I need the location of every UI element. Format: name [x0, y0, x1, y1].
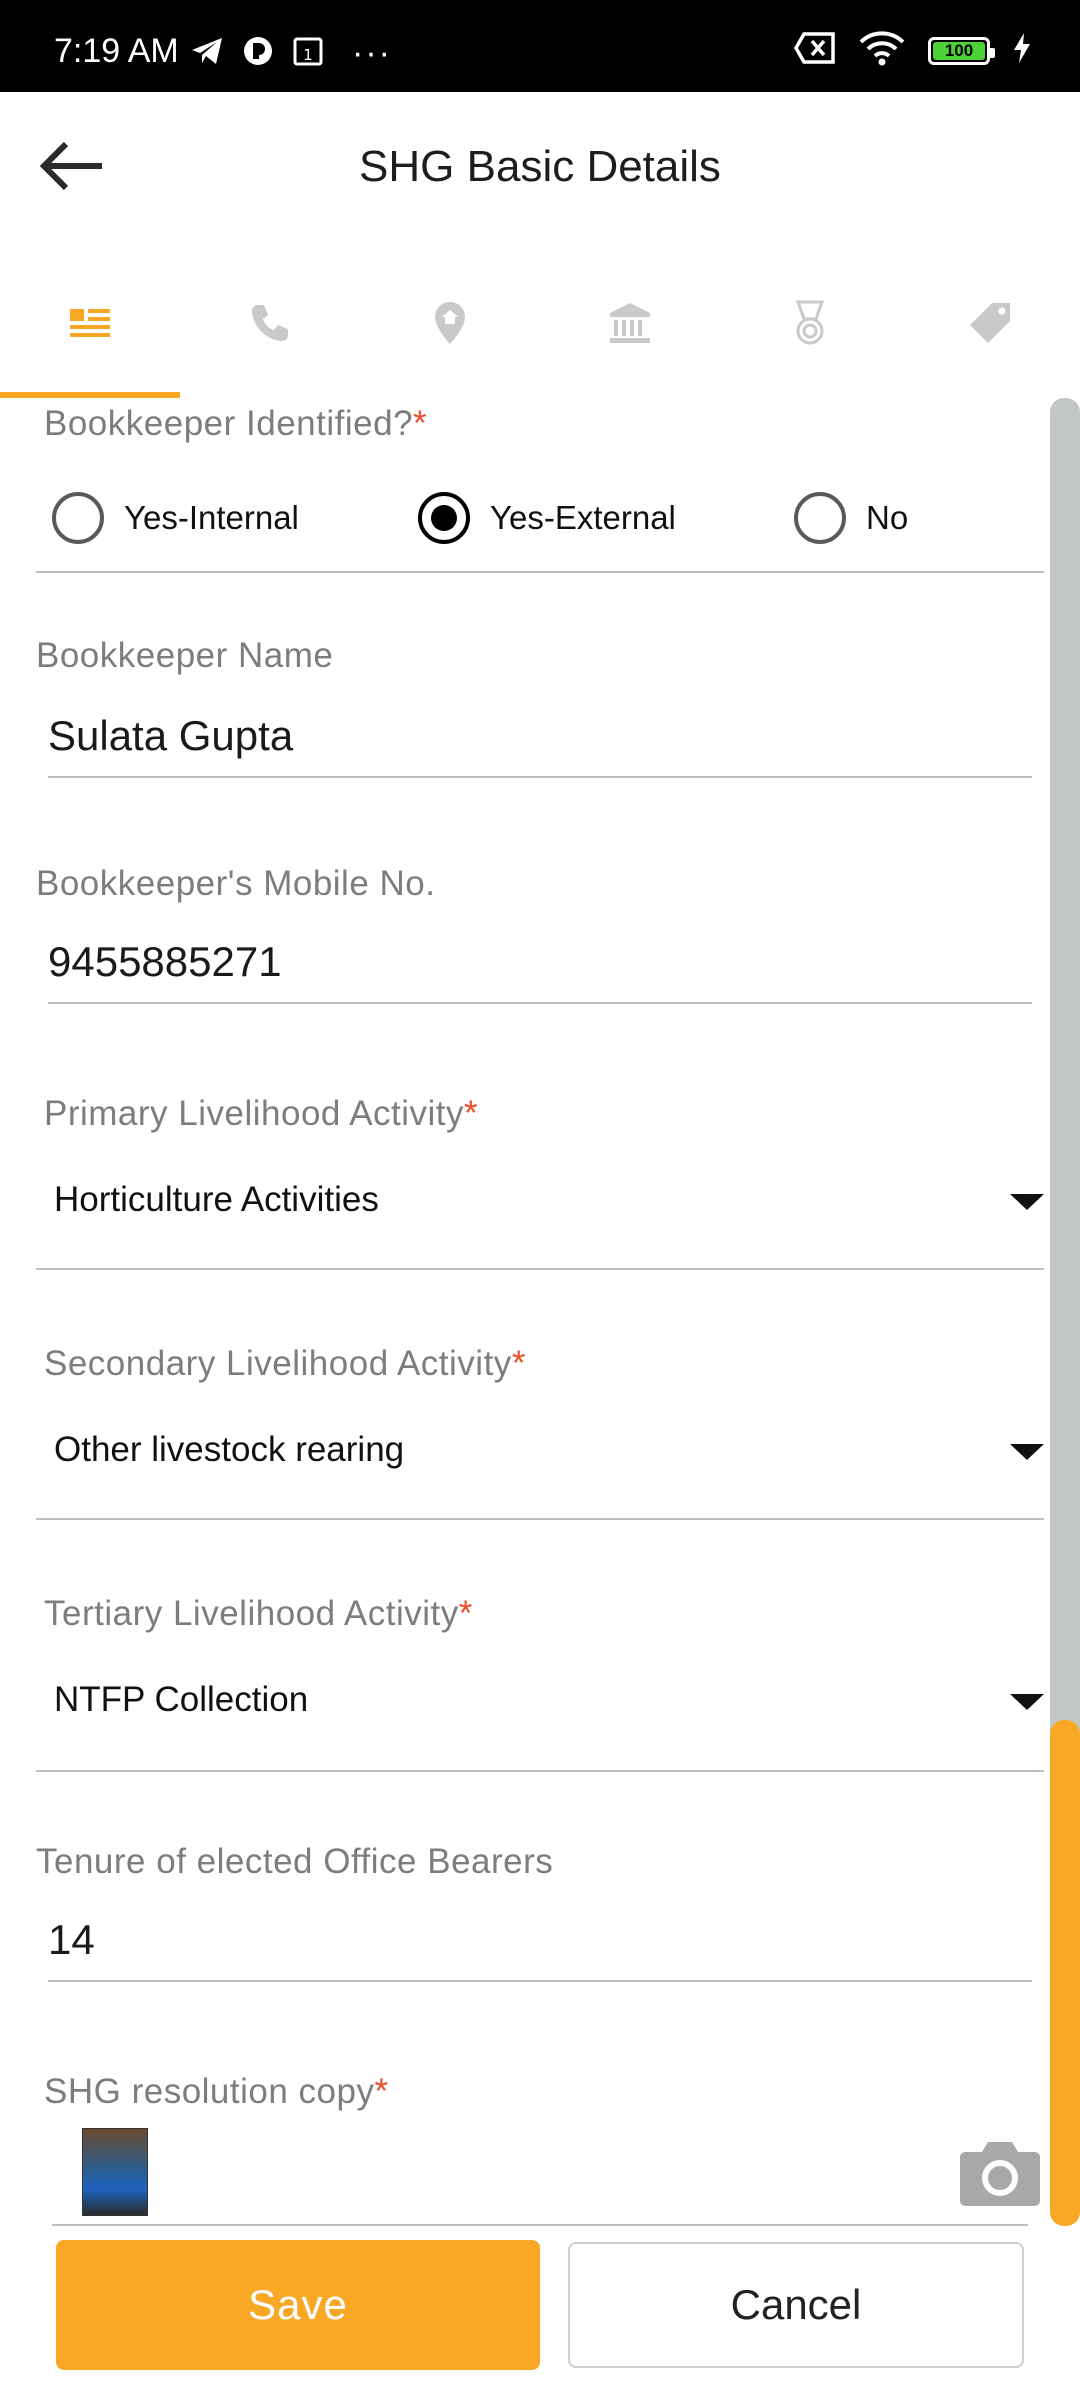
radio-yes-external[interactable]: Yes-External [418, 492, 676, 544]
app-icon [242, 35, 274, 72]
tab-location[interactable] [360, 248, 540, 398]
wifi-icon [858, 30, 906, 71]
status-right-icons: 100 [793, 30, 1032, 71]
tab-basic-details[interactable] [0, 248, 180, 398]
app-header: SHG Basic Details [0, 92, 1080, 248]
chevron-down-icon [1010, 1444, 1044, 1460]
dropdown-selected-value: Other livestock rearing [54, 1430, 405, 1469]
divider [36, 571, 1044, 573]
bank-icon [610, 303, 650, 343]
radio-button-selected[interactable] [418, 492, 470, 544]
required-mark: * [374, 2072, 389, 2111]
bookkeeper-name-input[interactable]: Sulata Gupta [48, 712, 293, 760]
radio-button[interactable] [794, 492, 846, 544]
tab-bank[interactable] [540, 248, 720, 398]
tertiary-livelihood-dropdown[interactable]: NTFP Collection [36, 1668, 1044, 1760]
input-underline [48, 776, 1032, 778]
status-left-icons: 1 ··· [190, 34, 392, 73]
required-mark: * [413, 404, 428, 443]
primary-livelihood-dropdown[interactable]: Horticulture Activities [36, 1168, 1044, 1260]
required-mark: * [458, 1594, 473, 1633]
tertiary-livelihood-label-text: Tertiary Livelihood Activity [44, 1594, 459, 1633]
section-tabs [0, 248, 1080, 398]
input-underline [48, 1002, 1032, 1004]
details-list-icon [70, 309, 110, 337]
input-underline [48, 1980, 1032, 1982]
radio-button[interactable] [52, 492, 104, 544]
medal-icon [795, 300, 825, 345]
save-button[interactable]: Save [56, 2240, 540, 2370]
primary-livelihood-label: Primary Livelihood Activity* [44, 1094, 478, 1134]
bookkeeper-mobile-input[interactable]: 9455885271 [48, 938, 282, 986]
calendar-icon: 1 [292, 35, 324, 72]
battery-level: 100 [944, 40, 974, 60]
chevron-down-icon [1010, 1694, 1044, 1710]
tab-tags[interactable] [900, 248, 1080, 398]
status-time: 7:19 AM [54, 32, 179, 70]
scrollbar-thumb[interactable] [1050, 1720, 1080, 2226]
secondary-livelihood-label: Secondary Livelihood Activity* [44, 1344, 526, 1384]
radio-label: Yes-Internal [124, 499, 299, 536]
tab-achievements[interactable] [720, 248, 900, 398]
required-mark: * [464, 1094, 479, 1133]
secondary-livelihood-dropdown[interactable]: Other livestock rearing [36, 1418, 1044, 1510]
resolution-copy-thumbnail[interactable] [82, 2128, 148, 2216]
location-pin-icon [435, 302, 465, 344]
form-content: Bookkeeper Identified?* Yes-Internal Yes… [0, 398, 1050, 2228]
divider [52, 2224, 1028, 2226]
resolution-copy-label-text: SHG resolution copy [44, 2072, 375, 2111]
bookkeeper-mobile-label: Bookkeeper's Mobile No. [36, 864, 436, 903]
radio-label: No [866, 499, 909, 536]
resolution-copy-label: SHG resolution copy* [44, 2072, 389, 2112]
radio-no[interactable]: No [794, 492, 908, 544]
camera-button[interactable] [958, 2136, 1042, 2208]
bookkeeper-name-label: Bookkeeper Name [36, 636, 334, 675]
tenure-label: Tenure of elected Office Bearers [36, 1842, 554, 1881]
dropdown-selected-value: NTFP Collection [54, 1680, 309, 1719]
status-bar: 7:19 AM 1 ··· 100 [0, 0, 1080, 92]
tab-contact[interactable] [180, 248, 360, 398]
divider [36, 1518, 1044, 1520]
bookkeeper-identified-label-text: Bookkeeper Identified? [44, 404, 414, 443]
divider [36, 1770, 1044, 1772]
svg-text:1: 1 [303, 46, 313, 64]
primary-livelihood-label-text: Primary Livelihood Activity [44, 1094, 465, 1133]
bookkeeper-identified-label: Bookkeeper Identified?* [44, 404, 427, 444]
chevron-down-icon [1010, 1194, 1044, 1210]
secondary-livelihood-label-text: Secondary Livelihood Activity [44, 1344, 512, 1383]
tenure-input[interactable]: 14 [48, 1916, 95, 1964]
divider [36, 1268, 1044, 1270]
more-dots-icon: ··· [352, 34, 392, 72]
dropdown-selected-value: Horticulture Activities [54, 1180, 379, 1219]
tertiary-livelihood-label: Tertiary Livelihood Activity* [44, 1594, 473, 1634]
page-title: SHG Basic Details [359, 142, 721, 191]
charging-icon [1012, 32, 1032, 69]
required-mark: * [511, 1344, 526, 1383]
sim-off-icon [793, 31, 836, 70]
phone-icon [252, 305, 288, 341]
camera-icon [960, 2142, 1040, 2206]
tag-icon [970, 303, 1010, 343]
battery-icon: 100 [928, 36, 995, 65]
radio-label: Yes-External [490, 499, 676, 536]
cancel-button[interactable]: Cancel [568, 2242, 1024, 2368]
radio-yes-internal[interactable]: Yes-Internal [52, 492, 299, 544]
telegram-icon [190, 36, 224, 71]
